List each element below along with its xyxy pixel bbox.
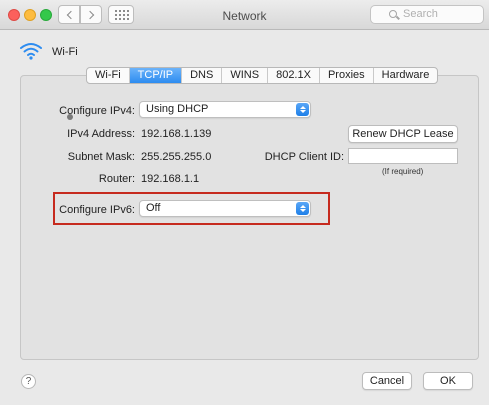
tab-bar: Wi-Fi TCP/IP DNS WINS 802.1X Proxies Har…: [86, 67, 439, 84]
popup-arrows-icon: [296, 103, 309, 116]
dhcp-client-id-field[interactable]: [348, 148, 458, 164]
search-placeholder: Search: [403, 8, 438, 20]
tab-proxies[interactable]: Proxies: [320, 68, 374, 83]
tab-wins[interactable]: WINS: [222, 68, 269, 83]
router-value: 192.168.1.1: [141, 173, 200, 185]
subnet-mask-value: 255.255.255.0: [141, 151, 212, 163]
mouse-cursor: [67, 114, 73, 120]
help-button[interactable]: ?: [21, 374, 36, 389]
configure-ipv6-popup[interactable]: Off: [139, 200, 311, 217]
wifi-icon: [20, 43, 42, 60]
tab-hardware[interactable]: Hardware: [374, 68, 438, 83]
search-field[interactable]: Search: [370, 5, 484, 24]
configure-ipv6-label: Configure IPv6:: [59, 204, 135, 216]
configure-ipv4-label: Configure IPv4:: [59, 105, 135, 117]
router-label: Router:: [98, 173, 135, 185]
ipv4-address-value: 192.168.1.139: [141, 128, 212, 140]
configure-ipv4-popup[interactable]: Using DHCP: [139, 101, 311, 118]
dhcp-client-id-hint: (If required): [382, 167, 424, 176]
tab-8021x[interactable]: 802.1X: [268, 68, 320, 83]
renew-dhcp-lease-button[interactable]: Renew DHCP Lease: [348, 125, 458, 143]
tab-tcpip[interactable]: TCP/IP: [129, 68, 183, 83]
tab-dns[interactable]: DNS: [182, 68, 223, 83]
ipv4-address-label: IPv4 Address:: [67, 128, 135, 140]
popup-arrows-icon: [296, 202, 309, 215]
search-icon: [389, 10, 397, 18]
cancel-button[interactable]: Cancel: [362, 372, 412, 390]
configure-ipv6-value: Off: [146, 202, 161, 214]
ok-button[interactable]: OK: [423, 372, 473, 390]
tab-wifi[interactable]: Wi-Fi: [87, 68, 130, 83]
subnet-mask-label: Subnet Mask:: [67, 151, 135, 163]
title-bar: Network Search: [0, 0, 489, 30]
dhcp-client-id-label: DHCP Client ID:: [264, 151, 344, 163]
configure-ipv4-value: Using DHCP: [146, 103, 209, 115]
network-service-name: Wi-Fi: [52, 46, 78, 58]
